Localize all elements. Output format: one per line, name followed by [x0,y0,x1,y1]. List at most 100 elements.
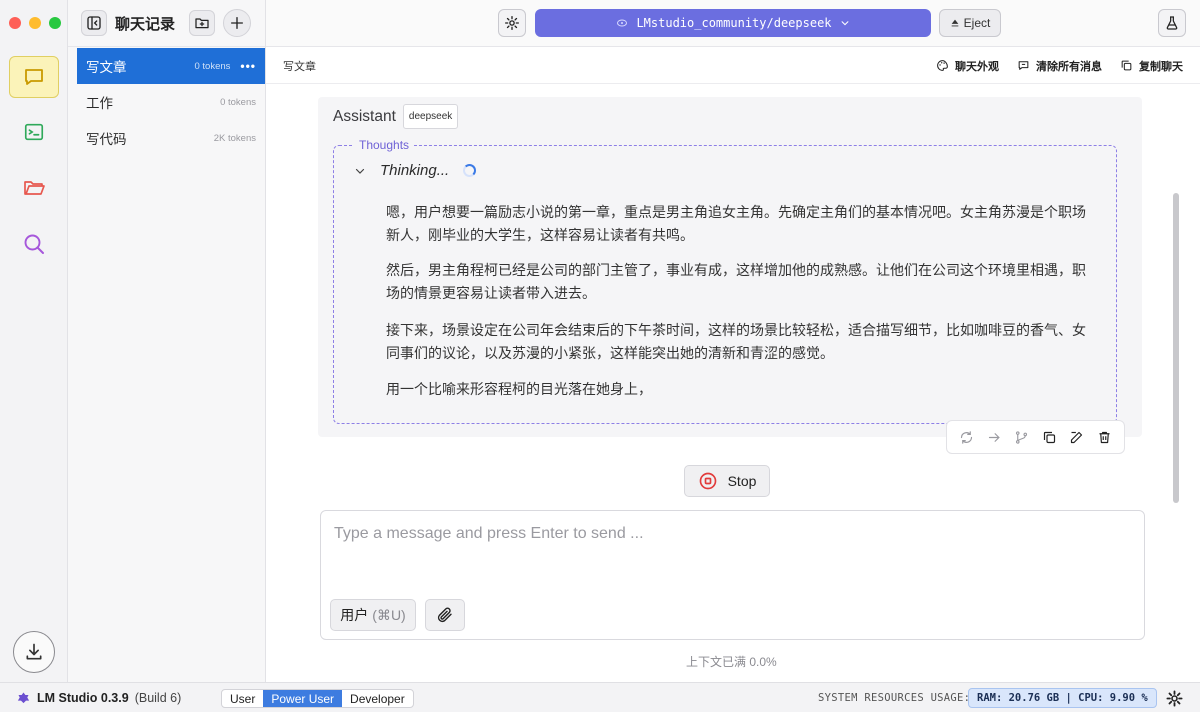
plus-icon [231,17,244,29]
stop-label: Stop [727,473,757,489]
role-shortcut: (⌘U) [372,606,406,623]
sidebar-toggle-icon [87,16,101,30]
loading-spinner-icon [463,164,477,177]
chat-list-header: 聊天记录 [68,0,265,47]
app-version: LM Studio 0.3.9 [37,690,129,705]
chat-title: 写文章 [283,60,316,73]
copy-icon [1043,431,1055,443]
rail-models-button[interactable] [9,166,59,208]
context-usage: 上下文已满 0.0% [686,655,777,669]
rail-search-button[interactable] [9,223,59,265]
chat-item-tokens: 0 tokens [220,96,256,108]
flask-icon [1166,16,1178,30]
continue-button[interactable] [984,427,1004,447]
rail-chat-button[interactable] [9,56,59,98]
trash-icon [1099,431,1110,443]
chat-item-tokens: 2K tokens [213,132,256,144]
minimize-window-button[interactable] [29,17,41,29]
refresh-icon [961,430,973,444]
branch-icon [1016,430,1028,444]
status-bar: LM Studio 0.3.9 (Build 6) User Power Use… [0,682,1200,712]
mode-developer[interactable]: Developer [342,690,413,707]
chat-item-work[interactable]: 工作 0 tokens [77,84,265,120]
chat-appearance-label: 聊天外观 [955,60,999,73]
chat-item-name: 写代码 [86,132,127,147]
mode-user[interactable]: User [222,690,263,707]
copy-icon [1121,60,1132,71]
thought-paragraph: 用一个比喻来形容程柯的目光落在她身上， [386,382,652,398]
toggle-sidebar-button[interactable] [81,10,107,36]
clear-chat-icon [1018,61,1029,70]
experimental-button[interactable] [1158,9,1186,37]
chat-item-coding[interactable]: 写代码 2K tokens [77,120,265,156]
clear-messages-button[interactable]: 清除所有消息 [1017,58,1102,74]
thought-paragraph: 嗯，用户想要一篇励志小说的第一章，重点是男主角追女主角。先确定主角们的基本情况吧… [386,205,1086,244]
downloads-button[interactable] [13,631,55,673]
role-label: 用户 [340,607,369,623]
chat-item-name: 写文章 [86,60,127,75]
chat-list-title: 聊天记录 [115,15,176,33]
edit-message-button[interactable] [1067,427,1087,447]
eject-label: Eject [963,16,991,30]
thought-paragraph: 接下来，场景设定在公司年会结束后的下午茶时间，这样的场景比较轻松，适合描写细节，… [386,323,1086,362]
edit-icon [1071,431,1083,443]
new-chat-button[interactable] [223,9,252,37]
thinking-toggle[interactable]: Thinking... [354,162,477,179]
message-composer: 用户 (⌘U) [320,510,1145,640]
assistant-message: Assistant deepseek Thoughts Thinking... … [318,97,1142,437]
thoughts-panel: Thoughts Thinking... 嗯，用户想要一篇励志小说的第一章，重点… [333,138,1117,424]
regenerate-button[interactable] [957,427,977,447]
message-role: Assistant [333,107,396,125]
model-settings-button[interactable] [498,9,526,37]
attach-file-button[interactable] [425,599,465,631]
zoom-window-button[interactable] [49,17,61,29]
new-folder-button[interactable] [189,10,216,36]
more-options-icon[interactable]: ••• [240,59,256,73]
chat-list-panel: 聊天记录 写文章 0 tokens ••• 工作 0 tokens 写代码 2K… [68,0,266,682]
branch-button[interactable] [1012,427,1032,447]
clear-messages-label: 清除所有消息 [1036,60,1102,73]
copy-chat-button[interactable]: 复制聊天 [1120,58,1183,74]
copy-message-button[interactable] [1039,427,1059,447]
paperclip-icon [437,607,452,623]
chat-bubble-icon [25,69,43,85]
chat-item-writing[interactable]: 写文章 0 tokens ••• [77,48,265,84]
system-resources-label: SYSTEM RESOURCES USAGE: [818,691,971,704]
chat-header: 写文章 聊天外观 清除所有消息 复制聊天 [266,48,1200,84]
folder-plus-icon [195,18,209,29]
message-toolbar [946,420,1125,454]
thinking-label: Thinking... [380,162,450,179]
mode-switcher: User Power User Developer [221,689,414,708]
download-icon [26,643,42,660]
role-toggle-button[interactable]: 用户 (⌘U) [330,599,416,631]
system-resources-value[interactable]: RAM: 20.76 GB | CPU: 9.90 % [968,688,1157,708]
message-model-tag: deepseek [402,104,459,129]
chevron-down-icon [355,168,365,174]
arrow-right-icon [988,432,1000,442]
settings-gear-icon[interactable] [1166,690,1183,707]
app-brand: LM Studio 0.3.9 (Build 6) [16,691,181,705]
window-controls [9,17,61,29]
stop-icon [699,472,716,490]
mode-power-user[interactable]: Power User [263,690,343,707]
app-build: (Build 6) [134,690,182,705]
terminal-icon [24,123,44,141]
thoughts-label: Thoughts [354,138,415,152]
rail-developer-button[interactable] [9,111,59,153]
chat-appearance-button[interactable]: 聊天外观 [936,58,999,74]
stop-generation-button[interactable]: Stop [684,465,770,497]
eject-button[interactable]: Eject [939,9,1001,37]
top-toolbar: LMstudio_community/deepseek Eject [266,0,1200,47]
chat-item-tokens: 0 tokens [194,60,231,72]
eject-icon [951,19,958,27]
chevron-down-icon [841,21,848,26]
search-icon [24,234,44,254]
chat-scrollbar[interactable] [1173,193,1179,503]
model-selector[interactable]: LMstudio_community/deepseek [535,9,931,37]
model-icon [617,19,628,27]
copy-chat-label: 复制聊天 [1139,60,1183,73]
close-window-button[interactable] [9,17,21,29]
delete-message-button[interactable] [1094,427,1114,447]
message-input[interactable] [334,525,1124,585]
gear-icon [505,16,519,30]
